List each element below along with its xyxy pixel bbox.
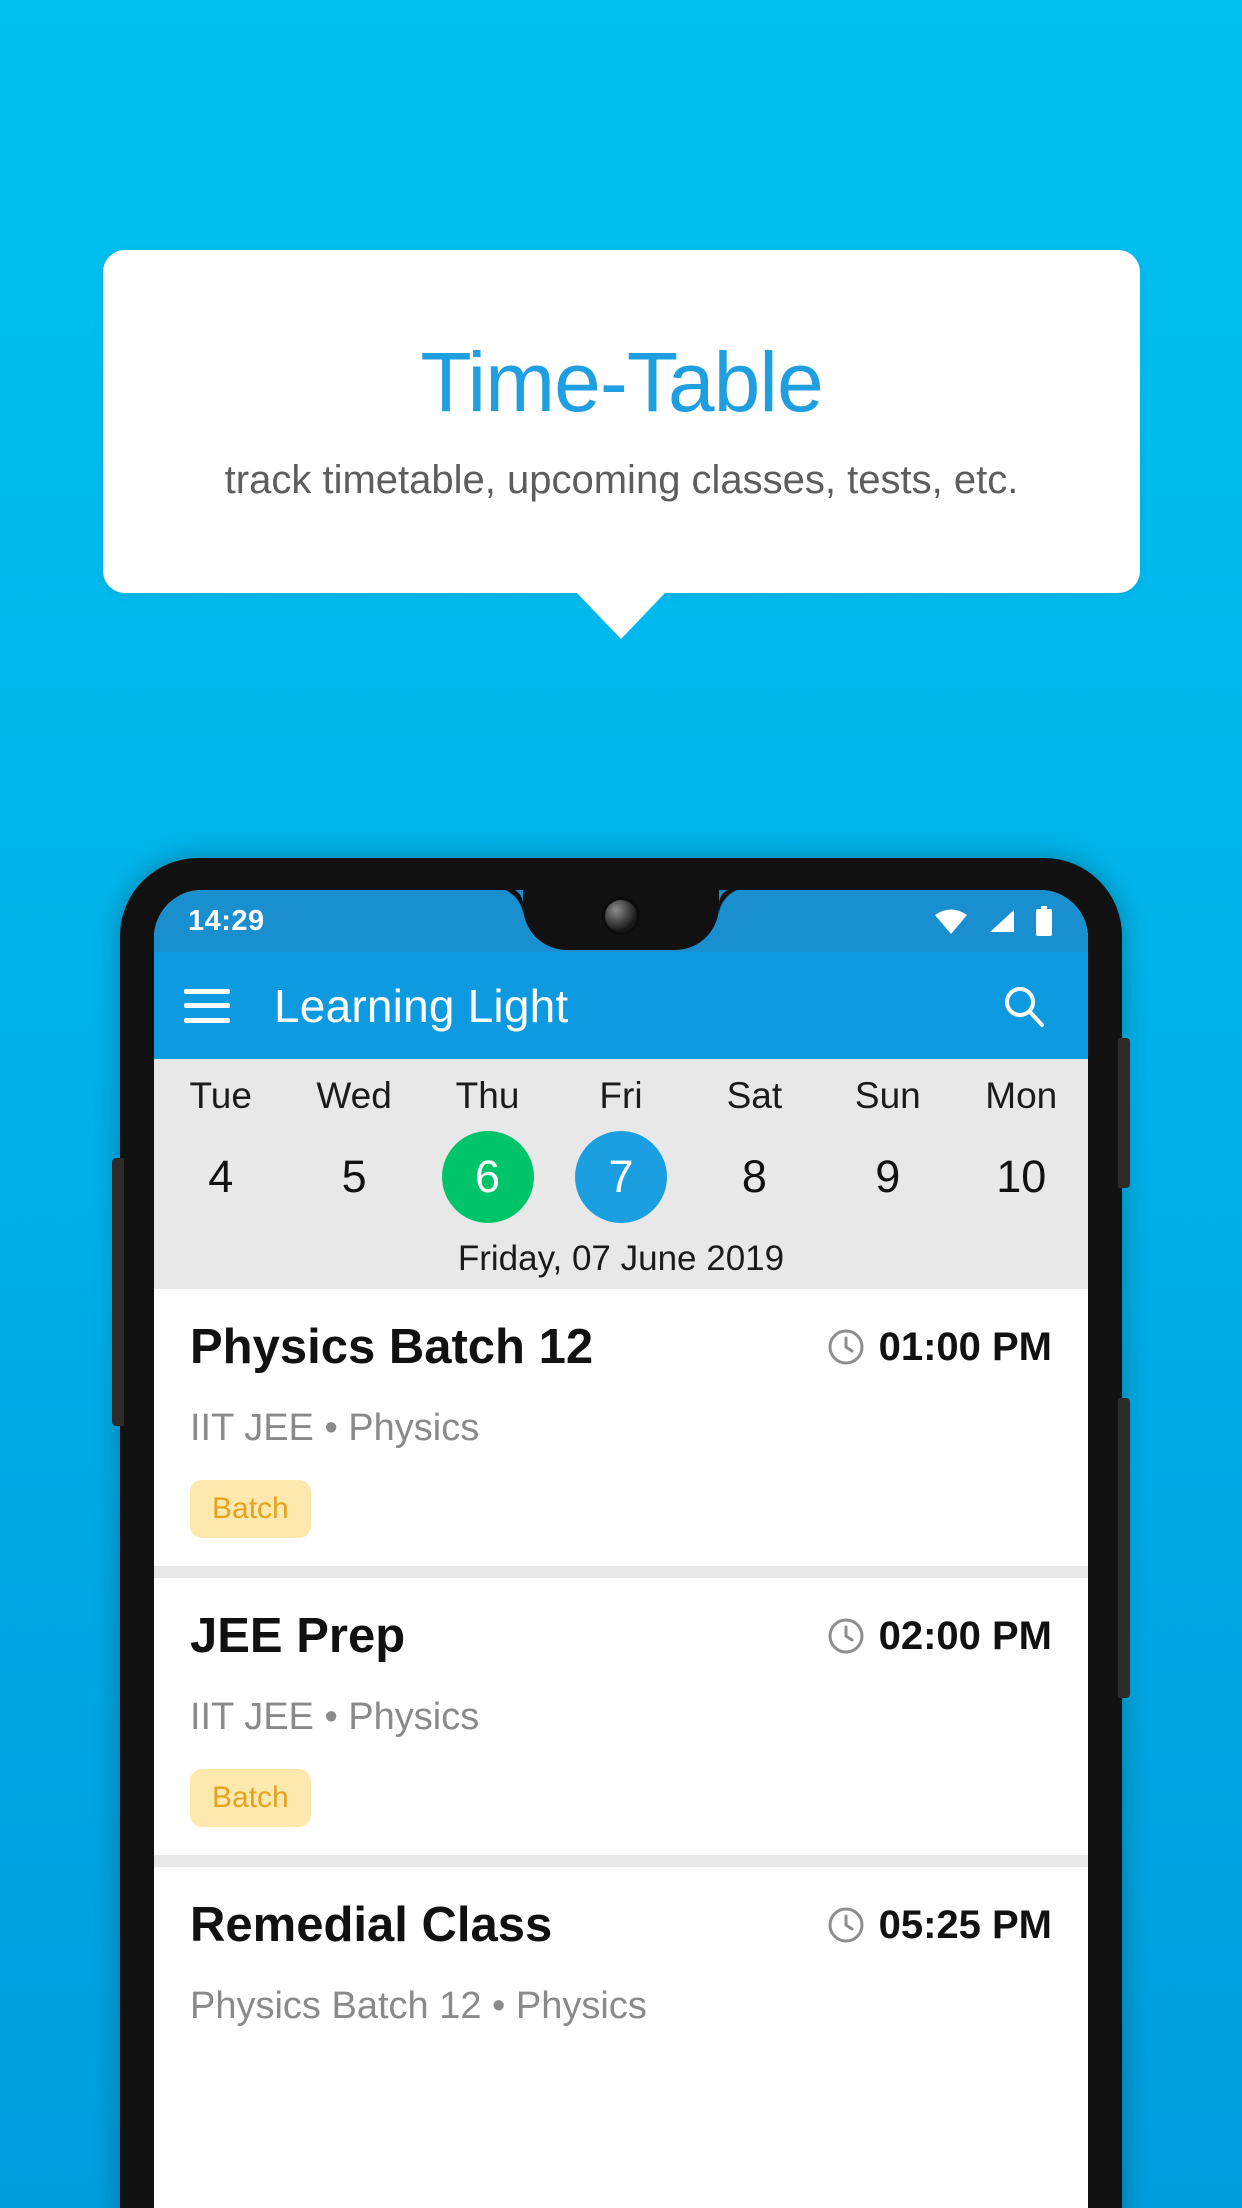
day-number[interactable]: 8 [708, 1131, 800, 1223]
date-cell-wed[interactable]: Wed 5 [287, 1075, 420, 1223]
class-subtitle: Physics Batch 12 • Physics [190, 1985, 647, 2027]
hamburger-menu-icon[interactable] [184, 988, 230, 1023]
class-title: Physics Batch 12 [190, 1320, 594, 1374]
class-subtitle: IIT JEE • Physics [190, 1696, 480, 1738]
class-time-group: 05:25 PM [827, 1903, 1052, 1948]
clock-icon [828, 1618, 864, 1654]
class-card[interactable]: JEE Prep 02:00 PM IIT JEE • Physics Batch [154, 1578, 1088, 1855]
day-name: Thu [455, 1075, 520, 1116]
class-time: 02:00 PM [878, 1613, 1052, 1658]
day-name: Sun [854, 1075, 921, 1116]
class-tag-badge: Batch [190, 1769, 311, 1827]
status-bar: 14:29 [154, 890, 1088, 952]
status-bar-time: 14:29 [188, 904, 265, 937]
day-number[interactable]: 7 [574, 1131, 667, 1223]
class-tag-badge: Batch [190, 1480, 311, 1538]
class-card[interactable]: Remedial Class 05:25 PM Physics Batch 12 •… [154, 1867, 1088, 2056]
search-icon[interactable] [1000, 982, 1048, 1030]
signal-icon [990, 910, 1014, 932]
day-name: Fri [599, 1075, 643, 1116]
class-card-header: Physics Batch 12 01:00 PM [190, 1319, 1052, 1375]
phone-mockup: 14:29 Learning Light Tue 4 Wed 5 Thu 6 F… [112, 858, 1130, 2208]
date-cell-mon[interactable]: Mon 10 [955, 1075, 1088, 1223]
wifi-icon [935, 909, 967, 934]
class-title: JEE Prep [190, 1609, 406, 1663]
phone-power-button[interactable] [1118, 1038, 1130, 1188]
class-title: Remedial Class [190, 1898, 553, 1952]
page-subtitle: track timetable, upcoming classes, tests… [224, 458, 1019, 502]
callout-arrow [577, 593, 665, 639]
class-card-header: Remedial Class 05:25 PM [190, 1897, 1052, 1953]
day-name: Sat [726, 1075, 783, 1116]
clock-icon [828, 1907, 864, 1943]
class-time-group: 02:00 PM [827, 1614, 1052, 1659]
class-card-header: JEE Prep 02:00 PM [190, 1608, 1052, 1664]
day-name: Wed [316, 1075, 392, 1116]
day-name: Tue [189, 1075, 252, 1116]
date-cell-tue[interactable]: Tue 4 [154, 1075, 287, 1223]
day-number[interactable]: 9 [842, 1131, 934, 1223]
promo-header-card: Time-Table track timetable, upcoming cla… [103, 250, 1140, 593]
day-number[interactable]: 4 [175, 1131, 267, 1223]
date-strip: Tue 4 Wed 5 Thu 6 Fri 7 Sat 8 Sun 9 Mon 10 Friday, 07… [154, 1059, 1088, 1289]
phone-left-button[interactable] [112, 1158, 124, 1426]
app-bar: Learning Light [154, 952, 1088, 1059]
day-number[interactable]: 5 [308, 1131, 400, 1223]
day-number[interactable]: 10 [975, 1131, 1067, 1223]
class-list: Physics Batch 12 01:00 PM IIT JEE • Physic… [154, 1289, 1088, 2056]
date-cell-fri[interactable]: Fri 7 [554, 1075, 687, 1223]
battery-icon [1036, 906, 1052, 936]
class-subtitle: IIT JEE • Physics [190, 1407, 480, 1449]
day-row: Tue 4 Wed 5 Thu 6 Fri 7 Sat 8 Sun 9 Mon 10 [154, 1075, 1088, 1223]
day-name: Mon [985, 1075, 1058, 1116]
class-time-group: 01:00 PM [827, 1325, 1052, 1370]
front-camera [605, 900, 637, 932]
date-cell-thu[interactable]: Thu 6 [421, 1075, 554, 1223]
date-cell-sun[interactable]: Sun 9 [821, 1075, 954, 1223]
selected-full-date: Friday, 07 June 2019 [457, 1239, 785, 1278]
page-title: Time-Table [420, 335, 823, 429]
class-time: 01:00 PM [878, 1324, 1052, 1369]
phone-volume-button[interactable] [1118, 1398, 1130, 1698]
class-card[interactable]: Physics Batch 12 01:00 PM IIT JEE • Physic… [154, 1289, 1088, 1566]
phone-screen: 14:29 Learning Light Tue 4 Wed 5 Thu 6 F… [154, 890, 1088, 2208]
app-bar-title: Learning Light [274, 979, 569, 1032]
class-time: 05:25 PM [878, 1902, 1052, 1947]
day-number[interactable]: 6 [441, 1131, 534, 1223]
clock-icon [828, 1329, 864, 1365]
date-cell-sat[interactable]: Sat 8 [688, 1075, 821, 1223]
status-bar-icons [934, 906, 1054, 936]
